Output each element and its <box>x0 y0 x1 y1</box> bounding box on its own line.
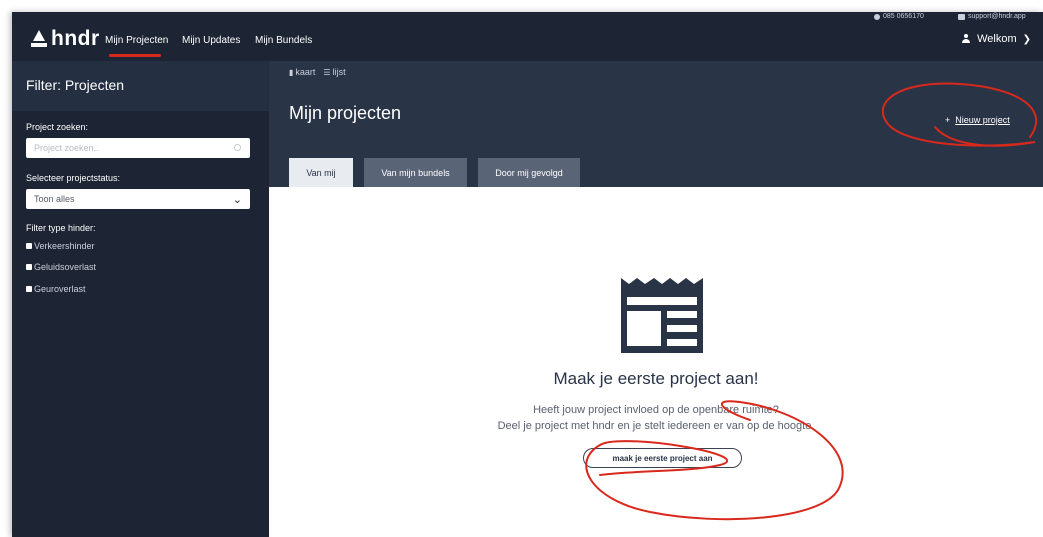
status-select-value: Toon alles <box>34 194 75 204</box>
status-label: Selecteer projectstatus: <box>26 173 121 183</box>
tab-van-mij[interactable]: Van mij <box>289 158 353 187</box>
nav-item-mijn-bundels[interactable]: Mijn Bundels <box>255 35 312 46</box>
view-toggle: ▮ kaart ☰ lijst <box>289 67 346 77</box>
user-menu[interactable]: Welkom ❯ <box>961 33 1031 45</box>
filter-label: Geluidsoverlast <box>34 262 97 272</box>
empty-state-text-2: Deel je project met hndr en je stelt ied… <box>497 420 815 432</box>
nav-item-mijn-projecten[interactable]: Mijn Projecten <box>105 35 168 46</box>
filter-geuroverlast[interactable]: Geuroverlast <box>26 284 86 294</box>
empty-state-title: Maak je eerste project aan! <box>553 369 759 388</box>
checkbox[interactable] <box>26 264 32 270</box>
search-label: Project zoeken: <box>26 122 89 132</box>
checkbox[interactable] <box>26 243 32 249</box>
filter-label: Geuroverlast <box>34 284 86 294</box>
empty-state: Maak je eerste project aan! Heeft jouw p… <box>269 187 1043 537</box>
welcome-label: Welkom <box>977 33 1017 45</box>
top-navbar: hndr Mijn Projecten Mijn Updates Mijn Bu… <box>12 22 1043 61</box>
empty-state-text-1: Heeft jouw project invloed op de openbar… <box>533 404 779 416</box>
view-map-link[interactable]: ▮ kaart <box>289 67 315 77</box>
checkbox[interactable] <box>26 286 32 292</box>
filter-label: Verkeershinder <box>34 241 95 251</box>
plus-icon: + <box>945 115 951 125</box>
view-list-link[interactable]: ☰ lijst <box>323 67 345 77</box>
page-title: Mijn projecten <box>289 103 402 123</box>
logo-icon <box>31 30 47 48</box>
new-project-button[interactable]: + Nieuw project <box>945 115 1010 125</box>
chevron-down-icon: ❯ <box>1022 33 1031 45</box>
status-select[interactable]: Toon alles ⌄ <box>26 189 250 209</box>
tab-van-mijn-bundels[interactable]: Van mijn bundels <box>364 158 467 187</box>
phone-number: 085 0656170 <box>883 13 924 20</box>
map-icon: ▮ <box>289 68 294 77</box>
new-project-label: Nieuw project <box>955 115 1010 125</box>
sidebar-title: Filter: Projecten <box>26 77 125 93</box>
contact-email[interactable]: support@hndr.app <box>958 12 1026 22</box>
tab-door-mij-gevolgd[interactable]: Door mij gevolgd <box>478 158 580 187</box>
type-filter-label: Filter type hinder: <box>26 223 96 233</box>
app-window: 085 0656170 support@hndr.app hndr Mijn P… <box>12 12 1043 537</box>
list-icon: ☰ <box>323 68 331 77</box>
project-search-input[interactable] <box>26 138 250 158</box>
newspaper-icon <box>621 278 703 353</box>
logo[interactable]: hndr <box>31 27 100 51</box>
email-address: support@hndr.app <box>968 13 1026 20</box>
contact-bar: 085 0656170 support@hndr.app <box>12 12 1043 22</box>
sidebar-header: Filter: Projecten <box>12 61 269 111</box>
logo-text: hndr <box>51 27 100 50</box>
view-map-label: kaart <box>295 67 316 77</box>
mail-icon <box>958 14 965 20</box>
search-icon <box>234 144 241 151</box>
contact-phone[interactable]: 085 0656170 <box>874 12 924 22</box>
filter-sidebar: Filter: Projecten Project zoeken: Select… <box>12 61 269 537</box>
active-nav-indicator <box>109 54 161 57</box>
filter-geluidsoverlast[interactable]: Geluidsoverlast <box>26 262 96 272</box>
nav-item-mijn-updates[interactable]: Mijn Updates <box>182 35 240 46</box>
project-tabs: Van mij Van mijn bundels Door mij gevolg… <box>289 158 580 187</box>
view-list-label: lijst <box>332 67 346 77</box>
page-header: ▮ kaart ☰ lijst Mijn projecten + Nieuw pro… <box>269 61 1043 187</box>
chevron-down-icon: ⌄ <box>232 193 242 206</box>
create-first-project-button[interactable]: maak je eerste project aan <box>583 448 742 468</box>
user-icon <box>961 34 971 44</box>
filter-verkeershinder[interactable]: Verkeershinder <box>26 241 95 251</box>
phone-icon <box>874 14 880 20</box>
